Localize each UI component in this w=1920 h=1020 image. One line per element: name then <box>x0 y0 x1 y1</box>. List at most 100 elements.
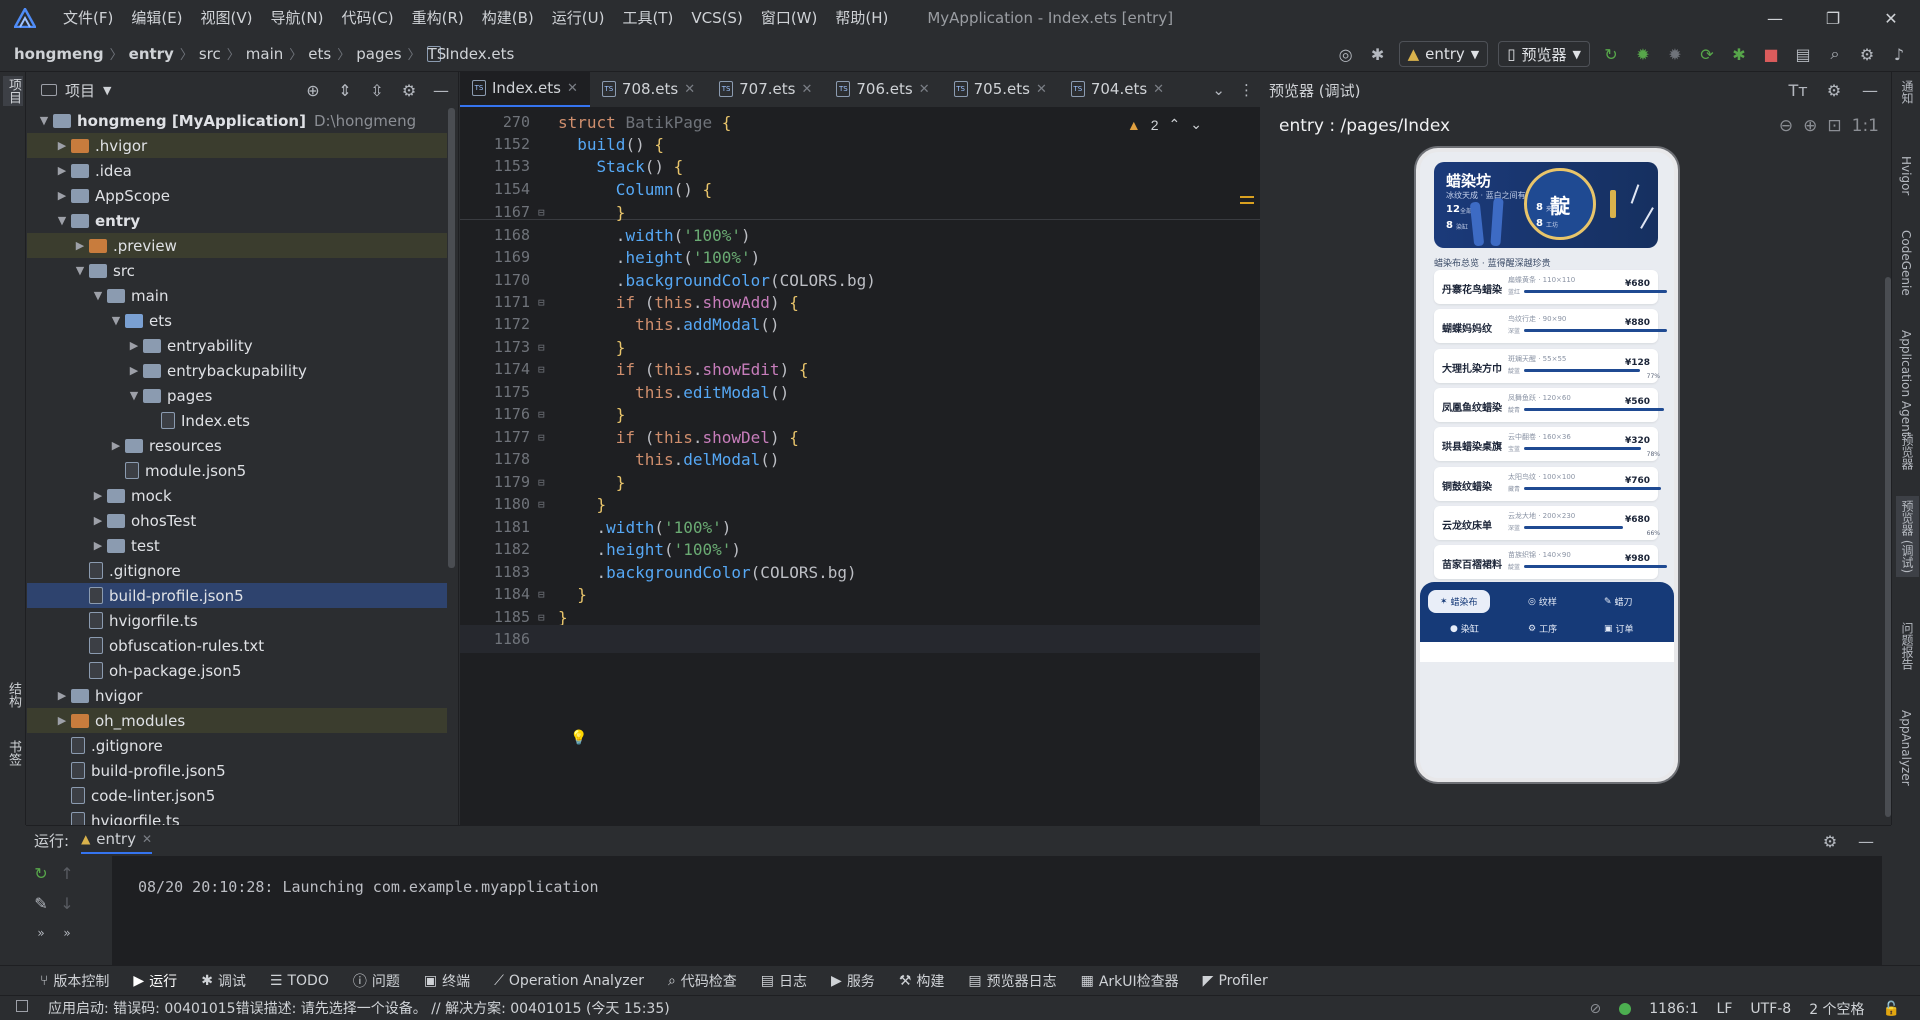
tool-todo[interactable]: ☰ TODO <box>270 973 329 989</box>
tab-patterns[interactable]: ◎ 纹样 <box>1528 595 1557 609</box>
tab-707-ets[interactable]: TS 707.ets ✕ <box>707 71 824 107</box>
arrow-down-icon[interactable]: ↓ <box>56 892 78 914</box>
fold-marker[interactable]: ⊟ <box>538 341 558 354</box>
gear-icon[interactable]: ⚙ <box>1856 43 1878 65</box>
scrollbar[interactable] <box>448 108 455 568</box>
debug-icon[interactable]: ✹ <box>1632 43 1654 65</box>
close-icon[interactable]: ✕ <box>567 81 578 96</box>
tree-item[interactable]: ▶ hvigor <box>27 683 447 708</box>
chevron-down-icon[interactable]: ⌄ <box>1190 116 1202 133</box>
rerun-icon[interactable]: ↻ <box>30 862 52 884</box>
tree-item[interactable]: ▶ AppScope <box>27 183 447 208</box>
issue-report-tool-button[interactable]: 问题报告 <box>1899 622 1916 670</box>
wrench-icon[interactable]: ✎ <box>30 892 52 914</box>
line-separator[interactable]: LF <box>1717 1001 1733 1017</box>
chevron-up-icon[interactable]: ⌃ <box>1169 116 1181 133</box>
tab-dye-vat[interactable]: ● 染缸 <box>1450 622 1479 636</box>
breadcrumb-item[interactable]: main <box>246 45 283 63</box>
fit-screen-icon[interactable]: ⊡ <box>1827 116 1841 136</box>
chevron-down-icon[interactable]: ▼ <box>71 264 89 277</box>
minimize-button[interactable]: — <box>1746 0 1804 36</box>
tree-item[interactable]: ▶ mock <box>27 483 447 508</box>
tool-profiler[interactable]: ◤ Profiler <box>1203 973 1268 989</box>
tree-item[interactable]: ▶ ohosTest <box>27 508 447 533</box>
expand-all-icon[interactable]: ⇕ <box>334 79 356 101</box>
menu-refactor[interactable]: 重构(R) <box>403 0 473 36</box>
tool-services[interactable]: ▶ 服务 <box>831 971 875 991</box>
previewer-debug-tool-button[interactable]: 预览器 (调试) <box>1896 496 1919 578</box>
tree-item[interactable]: build-profile.json5 <box>27 758 447 783</box>
close-icon[interactable]: ✕ <box>801 82 812 97</box>
tree-item[interactable]: ▶ .preview <box>27 233 447 258</box>
tab-index-ets[interactable]: TS Index.ets ✕ <box>460 71 590 107</box>
tool-operation-analyzer[interactable]: ⟋ Operation Analyzer <box>494 973 644 989</box>
hide-icon[interactable]: — <box>430 79 452 101</box>
tab-process[interactable]: ⚙ 工序 <box>1528 622 1557 636</box>
previewer-tool-button[interactable]: 预览器 <box>1899 434 1916 470</box>
chevron-right-icon[interactable]: ▶ <box>53 189 71 202</box>
breadcrumb-item[interactable]: ets <box>308 45 331 63</box>
tree-item[interactable]: module.json5 <box>27 458 447 483</box>
chevron-right-icon[interactable]: ▶ <box>53 164 71 177</box>
warning-icon[interactable]: ▲ <box>1127 117 1141 133</box>
lightbulb-icon[interactable]: 💡 <box>570 730 587 746</box>
tree-item[interactable]: ▼ hongmeng [MyApplication] D:\hongmeng <box>27 108 447 133</box>
code-line[interactable]: 1186 <box>460 625 1260 653</box>
tab-706-ets[interactable]: TS 706.ets ✕ <box>824 71 941 107</box>
font-size-icon[interactable]: Tт <box>1787 79 1809 101</box>
product-card[interactable]: 大理扎染方巾 斑斓天醒 · 55×55 靛蓝 ¥128 77% <box>1434 348 1660 383</box>
fold-marker[interactable]: ⊟ <box>538 363 558 376</box>
tab-705-ets[interactable]: TS 705.ets ✕ <box>942 71 1059 107</box>
chevron-right-icon[interactable]: ▶ <box>107 439 125 452</box>
run-config-dropdown[interactable]: ▲ entry ▼ <box>1398 41 1489 67</box>
profile-icon[interactable]: ✱ <box>1728 43 1750 65</box>
chevron-down-icon[interactable]: ▼ <box>89 289 107 302</box>
console-output[interactable]: 08/20 20:10:28: Launching com.example.my… <box>112 856 1882 966</box>
tool-arkui-inspector[interactable]: ▦ ArkUI检查器 <box>1081 971 1179 991</box>
rerun-icon[interactable]: ↻ <box>1600 43 1622 65</box>
fold-marker[interactable]: ⊟ <box>538 476 558 489</box>
tool-terminal[interactable]: ▣ 终端 <box>424 971 470 991</box>
chevron-right-icon[interactable]: ▶ <box>125 364 143 377</box>
product-card[interactable]: 珙县蜡染桌旗 云中翻卷 · 160×36 宝蓝 ¥320 78% <box>1434 427 1660 462</box>
device-manager-icon[interactable]: ▤ <box>1792 43 1814 65</box>
close-icon[interactable]: ✕ <box>142 832 152 846</box>
tree-item[interactable]: ▶ resources <box>27 433 447 458</box>
codegenie-tool-button[interactable]: CodeGenie <box>1899 230 1913 296</box>
menu-tools[interactable]: 工具(T) <box>613 0 682 36</box>
fold-marker[interactable]: ⊟ <box>538 588 558 601</box>
appanalyzer-tool-button[interactable]: AppAnalyzer <box>1899 710 1913 786</box>
file-encoding[interactable]: UTF-8 <box>1750 1001 1791 1017</box>
chevron-right-icon[interactable]: ▶ <box>89 514 107 527</box>
bug-icon[interactable]: ✱ <box>1367 43 1389 65</box>
tool-run[interactable]: ▶ 运行 <box>133 971 177 991</box>
tree-item[interactable]: ▼ main <box>27 283 447 308</box>
menu-navigate[interactable]: 导航(N) <box>262 0 333 36</box>
project-tool-button[interactable]: 项目 <box>3 76 23 106</box>
chevron-down-icon[interactable]: ▼ <box>107 314 125 327</box>
tab-batik[interactable]: ✶ 蜡染布 <box>1428 590 1490 613</box>
fold-marker[interactable]: ⊟ <box>538 611 558 624</box>
tree-item[interactable]: ▶ oh_modules <box>27 708 447 733</box>
tree-item[interactable]: obfuscation-rules.txt <box>27 633 447 658</box>
chevron-down-icon[interactable]: ▼ <box>35 114 53 127</box>
close-icon[interactable]: ✕ <box>684 82 695 97</box>
chevron-right-icon[interactable]: ▶ <box>89 539 107 552</box>
tool-version-control[interactable]: ⑂ 版本控制 <box>40 971 109 991</box>
more-icon[interactable]: » <box>30 922 52 944</box>
indent-setting[interactable]: 2 个空格 <box>1809 999 1864 1019</box>
chevron-right-icon[interactable]: ▶ <box>53 689 71 702</box>
breadcrumb-item[interactable]: Index.ets <box>445 45 514 63</box>
application-agent-tool-button[interactable]: Application Agent <box>1899 330 1913 436</box>
chevron-down-icon[interactable]: ▼ <box>103 84 111 97</box>
chevron-right-icon[interactable]: ▶ <box>89 489 107 502</box>
search-icon[interactable]: ⌕ <box>1824 43 1846 65</box>
zoom-in-icon[interactable]: ⊕ <box>1803 116 1817 136</box>
product-card[interactable]: 铜鼓纹蜡染 太阳鸟纹 · 100×100 藏青 ¥760 <box>1434 466 1661 501</box>
run-tab-entry[interactable]: ▲ entry ✕ <box>81 826 153 854</box>
tree-item[interactable]: build-profile.json5 <box>27 583 447 608</box>
actual-size-icon[interactable]: 1:1 <box>1852 116 1879 136</box>
hide-icon[interactable]: — <box>1859 79 1881 101</box>
gear-icon[interactable]: ⚙ <box>1823 79 1845 101</box>
tree-item[interactable]: ▼ ets <box>27 308 447 333</box>
